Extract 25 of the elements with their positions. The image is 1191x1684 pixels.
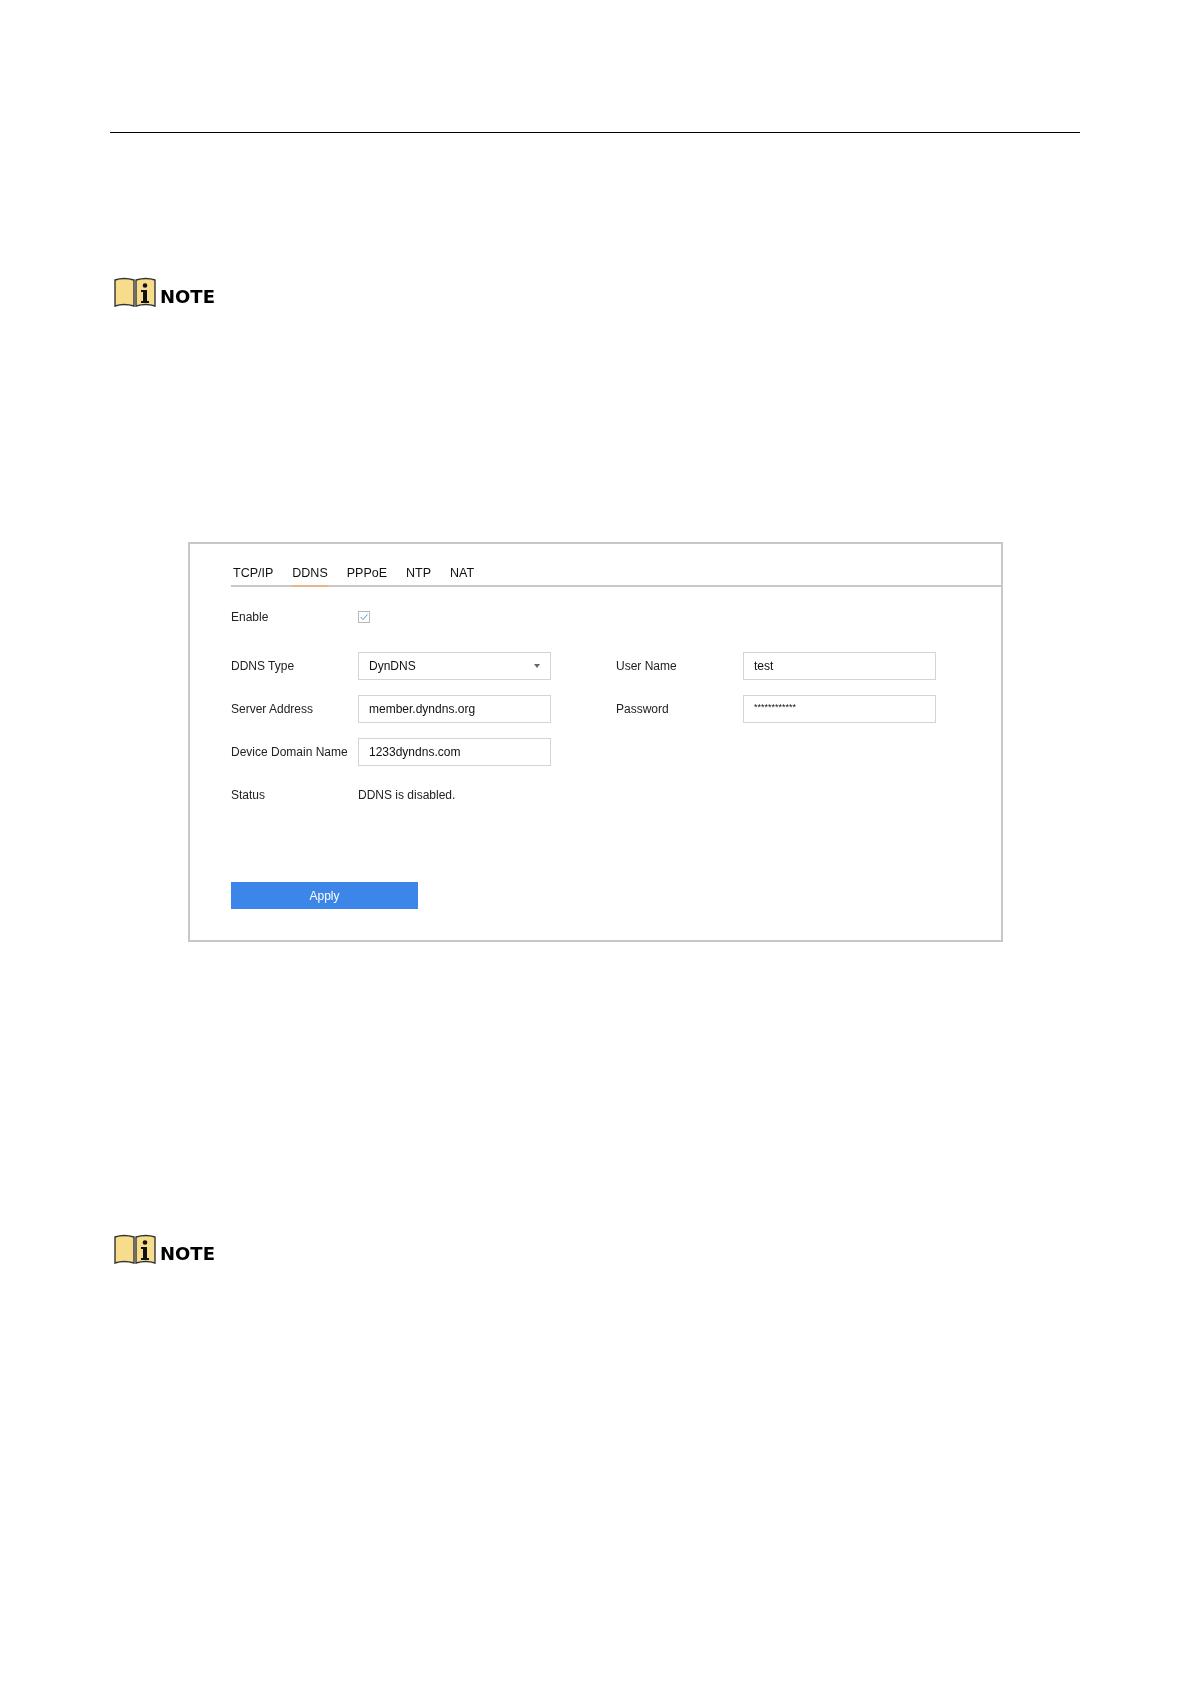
tab[interactable]: NTP bbox=[406, 566, 432, 587]
field-label: Enable bbox=[231, 610, 270, 624]
note-heading: NOTE bbox=[160, 1245, 215, 1265]
ddns-type-dropdown[interactable]: DynDNS bbox=[358, 652, 551, 680]
tab[interactable]: NAT bbox=[450, 566, 475, 587]
text-field[interactable]: 1233dyndns.com bbox=[358, 738, 551, 766]
tab[interactable]: DDNS bbox=[292, 566, 328, 587]
status-text: DDNS is disabled. bbox=[358, 788, 456, 802]
text-field[interactable]: test bbox=[743, 652, 936, 680]
tab[interactable]: PPPoE bbox=[346, 566, 388, 587]
tab[interactable]: TCP/IP bbox=[233, 566, 274, 587]
info-book-icon bbox=[113, 1233, 157, 1265]
field-label: Device Domain Name bbox=[231, 745, 349, 759]
text-field[interactable]: member.dyndns.org bbox=[358, 695, 551, 723]
field-label: Password bbox=[616, 702, 670, 716]
field-label: Status bbox=[231, 788, 267, 802]
caret-icon bbox=[534, 664, 540, 668]
apply-button[interactable]: Apply bbox=[231, 882, 418, 909]
password-field[interactable]: ************ bbox=[743, 695, 936, 723]
field-label: User Name bbox=[616, 659, 678, 673]
field-label: Server Address bbox=[231, 702, 315, 716]
field-label: DDNS Type bbox=[231, 659, 296, 673]
enable-checkbox[interactable] bbox=[358, 611, 370, 623]
info-book-icon bbox=[113, 276, 157, 308]
note-heading: NOTE bbox=[160, 288, 215, 308]
